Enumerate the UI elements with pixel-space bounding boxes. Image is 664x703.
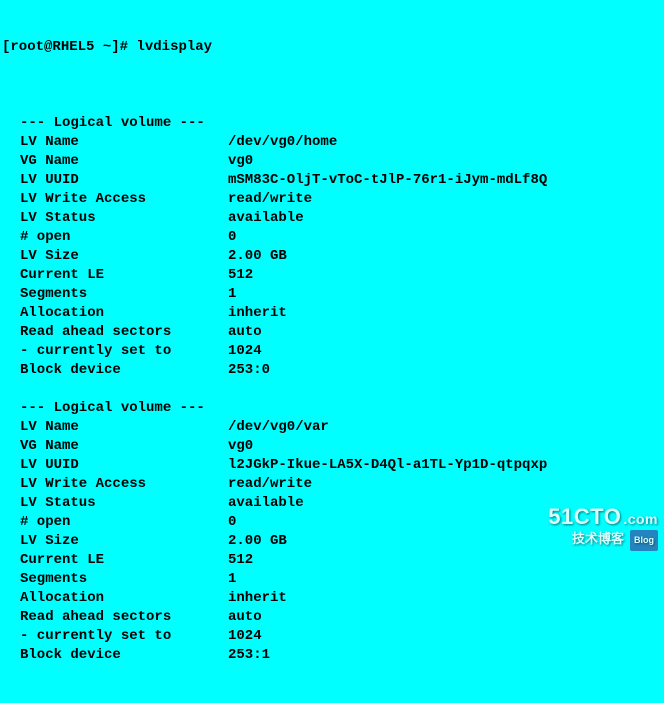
lv-property-label: - currently set to — [20, 342, 228, 361]
lv-property-value: vg0 — [228, 437, 662, 456]
lv-property-row: LV UUIDmSM83C-OljT-vToC-tJlP-76r1-iJym-m… — [2, 171, 662, 190]
lv-property-row: LV UUIDl2JGkP-Ikue-LA5X-D4Ql-a1TL-Yp1D-q… — [2, 456, 662, 475]
lv-property-label: Current LE — [20, 266, 228, 285]
lv-property-label: Segments — [20, 285, 228, 304]
watermark-tagline: 技术博客 Blog — [548, 529, 658, 551]
lv-property-label: # open — [20, 228, 228, 247]
lv-property-row: LV Name/dev/vg0/var — [2, 418, 662, 437]
prompt-text: [root@RHEL5 ~]# — [2, 38, 136, 57]
watermark-brand: 51CTO.com — [548, 507, 658, 529]
lv-property-value: l2JGkP-Ikue-LA5X-D4Ql-a1TL-Yp1D-qtpqxp — [228, 456, 662, 475]
volumes-container: --- Logical volume ---LV Name/dev/vg0/ho… — [2, 114, 662, 684]
lv-property-label: Current LE — [20, 551, 228, 570]
watermark-badge: Blog — [630, 530, 658, 551]
lv-property-value: vg0 — [228, 152, 662, 171]
lv-property-label: - currently set to — [20, 627, 228, 646]
lv-property-value: mSM83C-OljT-vToC-tJlP-76r1-iJym-mdLf8Q — [228, 171, 662, 190]
lv-property-label: Read ahead sectors — [20, 323, 228, 342]
lv-property-row: Read ahead sectorsauto — [2, 323, 662, 342]
lv-property-value: 2.00 GB — [228, 247, 662, 266]
lv-property-value: 512 — [228, 551, 662, 570]
lv-property-value: 0 — [228, 228, 662, 247]
lv-property-value: /dev/vg0/home — [228, 133, 662, 152]
lv-property-value: auto — [228, 608, 662, 627]
lv-property-value: read/write — [228, 475, 662, 494]
lv-property-label: LV Name — [20, 418, 228, 437]
lv-property-row: LV Size2.00 GB — [2, 247, 662, 266]
lv-property-row: - currently set to1024 — [2, 627, 662, 646]
lv-property-label: Block device — [20, 361, 228, 380]
lv-property-value: 1024 — [228, 342, 662, 361]
volume-header: --- Logical volume --- — [2, 114, 662, 133]
lv-property-row: VG Namevg0 — [2, 152, 662, 171]
lv-property-row: Segments1 — [2, 285, 662, 304]
lv-property-label: Read ahead sectors — [20, 608, 228, 627]
lv-property-value: 1 — [228, 285, 662, 304]
lv-property-row: LV Statusavailable — [2, 209, 662, 228]
lv-property-value: 1024 — [228, 627, 662, 646]
lv-property-label: LV Write Access — [20, 190, 228, 209]
lv-property-value: /dev/vg0/var — [228, 418, 662, 437]
watermark: 51CTO.com 技术博客 Blog — [548, 507, 658, 551]
lv-property-row: - currently set to1024 — [2, 342, 662, 361]
terminal-output: [root@RHEL5 ~]# lvdisplay --- Logical vo… — [0, 0, 664, 703]
lv-property-label: LV Status — [20, 494, 228, 513]
lv-property-row: Current LE512 — [2, 266, 662, 285]
lv-property-value: 253:1 — [228, 646, 662, 665]
lv-property-row: Segments1 — [2, 570, 662, 589]
lv-property-value: inherit — [228, 304, 662, 323]
lv-property-value: 512 — [228, 266, 662, 285]
lv-property-label: LV Size — [20, 532, 228, 551]
lv-property-label: Segments — [20, 570, 228, 589]
lv-property-row: # open0 — [2, 228, 662, 247]
lv-property-row: Read ahead sectorsauto — [2, 608, 662, 627]
blank-line — [2, 665, 662, 684]
lv-property-row: Allocationinherit — [2, 304, 662, 323]
lv-property-value: 253:0 — [228, 361, 662, 380]
lv-property-row: LV Name/dev/vg0/home — [2, 133, 662, 152]
lv-property-label: VG Name — [20, 152, 228, 171]
volume-header: --- Logical volume --- — [2, 399, 662, 418]
lv-property-value: available — [228, 209, 662, 228]
lv-property-row: VG Namevg0 — [2, 437, 662, 456]
lv-property-label: LV Name — [20, 133, 228, 152]
lv-property-label: # open — [20, 513, 228, 532]
lv-property-label: Allocation — [20, 589, 228, 608]
lv-property-label: LV Status — [20, 209, 228, 228]
prompt-line[interactable]: [root@RHEL5 ~]# lvdisplay — [2, 38, 662, 57]
lv-property-value: auto — [228, 323, 662, 342]
lv-property-label: VG Name — [20, 437, 228, 456]
lv-property-row: LV Write Accessread/write — [2, 190, 662, 209]
lv-property-label: Block device — [20, 646, 228, 665]
lv-property-value: inherit — [228, 589, 662, 608]
blank-line — [2, 380, 662, 399]
lv-property-row: LV Write Accessread/write — [2, 475, 662, 494]
lv-property-label: LV Write Access — [20, 475, 228, 494]
command-text: lvdisplay — [136, 38, 212, 57]
lv-property-row: Block device253:0 — [2, 361, 662, 380]
lv-property-label: LV Size — [20, 247, 228, 266]
lv-property-row: Current LE512 — [2, 551, 662, 570]
lv-property-value: 1 — [228, 570, 662, 589]
lv-property-row: Allocationinherit — [2, 589, 662, 608]
lv-property-label: LV UUID — [20, 171, 228, 190]
lv-property-label: Allocation — [20, 304, 228, 323]
lv-property-value: read/write — [228, 190, 662, 209]
lv-property-row: Block device253:1 — [2, 646, 662, 665]
lv-property-label: LV UUID — [20, 456, 228, 475]
